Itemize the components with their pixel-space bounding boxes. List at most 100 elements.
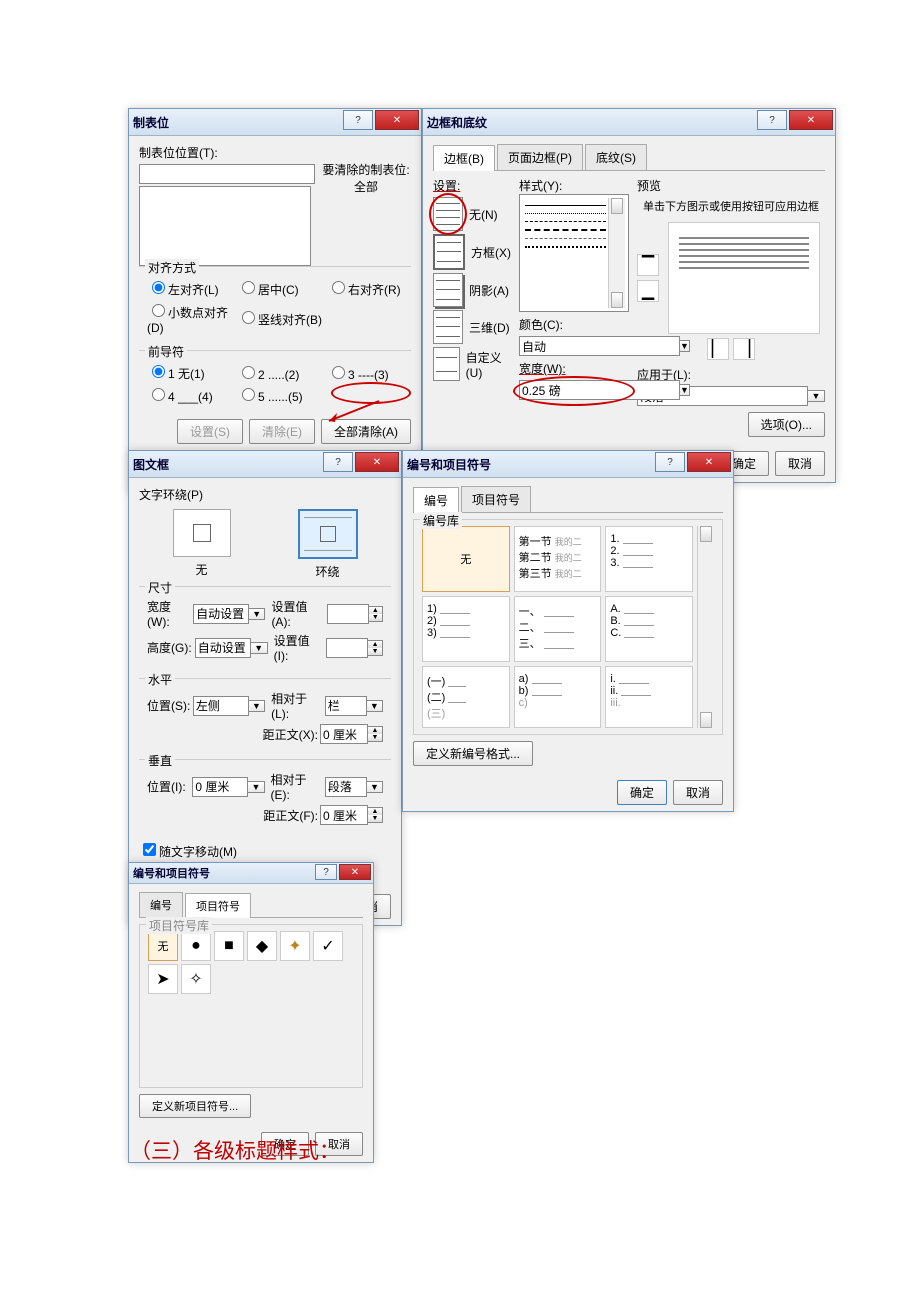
titlebar[interactable]: 边框和底纹 ? ✕ — [423, 109, 835, 136]
options-button[interactable]: 选项(O)... — [748, 412, 825, 437]
leader-5[interactable] — [242, 388, 255, 401]
tab-bullets[interactable]: 项目符号 — [185, 893, 251, 918]
hrel-select[interactable] — [325, 696, 367, 716]
close-button[interactable]: ✕ — [687, 452, 731, 472]
pos-input[interactable] — [139, 164, 315, 184]
tab-shading[interactable]: 底纹(S) — [585, 144, 647, 170]
bullet-disc-icon[interactable]: ● — [181, 931, 211, 961]
tab-page[interactable]: 页面边框(P) — [497, 144, 583, 170]
align-center[interactable] — [242, 281, 255, 294]
left-border-btn[interactable]: ▏ — [707, 338, 729, 360]
titlebar[interactable]: 制表位 ? ✕ — [129, 109, 421, 136]
titlebar[interactable]: 编号和项目符号 ? ✕ — [129, 863, 373, 884]
pos-list[interactable] — [139, 186, 311, 266]
num-cell[interactable]: A. B. C. — [605, 596, 693, 662]
set-none-icon[interactable] — [433, 197, 463, 231]
cancel-button[interactable]: 取消 — [775, 451, 825, 476]
vdist-input[interactable] — [320, 805, 368, 825]
setval2-input[interactable] — [326, 638, 368, 658]
num-cell[interactable]: 1. 2. 3. — [605, 526, 693, 592]
titlebar[interactable]: 编号和项目符号 ? ✕ — [403, 451, 733, 478]
help-button[interactable]: ? — [323, 452, 353, 472]
bullet-plus-icon[interactable]: ✦ — [280, 931, 310, 961]
titlebar[interactable]: 图文框 ? ✕ — [129, 451, 401, 478]
help-button[interactable]: ? — [655, 452, 685, 472]
num-cell[interactable]: 1) 2) 3) — [422, 596, 510, 662]
bullet-square-icon[interactable]: ■ — [214, 931, 244, 961]
width-label: 宽度(W): — [519, 360, 629, 377]
spinner[interactable]: ▲▼ — [368, 726, 383, 742]
bottom-border-btn[interactable]: ▁ — [637, 280, 659, 302]
num-cell[interactable]: i. ii. iii. — [605, 666, 693, 728]
tab-numbering[interactable]: 编号 — [413, 487, 459, 513]
hpos-select[interactable] — [193, 696, 249, 716]
spinner[interactable]: ▲▼ — [368, 640, 383, 656]
style-list[interactable] — [519, 194, 629, 312]
align-left[interactable] — [152, 281, 165, 294]
dropdown-icon[interactable]: ▼ — [367, 700, 383, 712]
set-button[interactable]: 设置(S) — [177, 419, 243, 444]
num-cell[interactable]: 第一节 我的二第二节 我的二第三节 我的二 — [514, 526, 602, 592]
dropdown-icon[interactable]: ▼ — [251, 642, 268, 654]
width-select[interactable] — [519, 380, 680, 400]
bullet-check-icon[interactable]: ✓ — [313, 931, 343, 961]
num-cell[interactable]: 一、 二、 三、 — [514, 596, 602, 662]
dropdown-icon[interactable]: ▼ — [808, 390, 825, 402]
leader-2[interactable] — [242, 366, 255, 379]
dropdown-icon[interactable]: ▼ — [249, 608, 265, 620]
align-right[interactable] — [332, 281, 345, 294]
setval-input[interactable] — [327, 604, 369, 624]
bullet-none[interactable]: 无 — [148, 931, 178, 961]
define-button[interactable]: 定义新项目符号... — [139, 1094, 251, 1118]
width-select[interactable] — [193, 604, 249, 624]
top-border-btn[interactable]: ▔ — [637, 254, 659, 276]
num-none[interactable]: 无 — [422, 526, 510, 592]
num-cell[interactable]: (一) (二) (三) — [422, 666, 510, 728]
wrap-none-icon[interactable] — [173, 509, 231, 557]
set-custom-icon[interactable] — [433, 347, 460, 381]
tab-bullets[interactable]: 项目符号 — [461, 486, 531, 512]
clear-button[interactable]: 清除(E) — [249, 419, 315, 444]
tab-numbering[interactable]: 编号 — [139, 892, 183, 917]
scrollbar[interactable] — [608, 198, 625, 308]
hdist-input[interactable] — [320, 724, 368, 744]
bullet-arrow-icon[interactable]: ➤ — [148, 964, 178, 994]
scrollbar[interactable] — [697, 526, 714, 728]
dropdown-icon[interactable]: ▼ — [248, 781, 264, 793]
set-shadow-icon[interactable] — [433, 273, 463, 307]
wrap-around-icon[interactable] — [298, 509, 358, 559]
help-button[interactable]: ? — [757, 110, 787, 130]
num-cell[interactable]: a) b) c) — [514, 666, 602, 728]
define-button[interactable]: 定义新编号格式... — [413, 741, 533, 766]
right-border-btn[interactable]: ▕ — [733, 338, 755, 360]
help-button[interactable]: ? — [343, 110, 373, 130]
leader-1[interactable] — [152, 365, 165, 378]
bullet-star-icon[interactable]: ✧ — [181, 964, 211, 994]
ok-button[interactable]: 确定 — [617, 780, 667, 805]
cancel-button[interactable]: 取消 — [673, 780, 723, 805]
align-decimal[interactable] — [152, 304, 165, 317]
help-button[interactable]: ? — [315, 864, 337, 880]
clear-all-button[interactable]: 全部清除(A) — [321, 419, 411, 444]
set-3d-icon[interactable] — [433, 310, 463, 344]
dropdown-icon[interactable]: ▼ — [367, 781, 383, 793]
tab-border[interactable]: 边框(B) — [433, 145, 495, 171]
dropdown-icon[interactable]: ▼ — [249, 700, 265, 712]
leader-3[interactable] — [332, 366, 345, 379]
vpos-select[interactable] — [192, 777, 248, 797]
bullet-diamond-icon[interactable]: ◆ — [247, 931, 277, 961]
close-button[interactable]: ✕ — [339, 864, 371, 880]
leader-4[interactable] — [152, 388, 165, 401]
set-box-icon[interactable] — [433, 234, 465, 270]
close-button[interactable]: ✕ — [375, 110, 419, 130]
close-button[interactable]: ✕ — [789, 110, 833, 130]
height-select[interactable] — [195, 638, 251, 658]
spinner[interactable]: ▲▼ — [368, 807, 383, 823]
dropdown-icon[interactable]: ▼ — [680, 384, 690, 396]
close-button[interactable]: ✕ — [355, 452, 399, 472]
color-label: 颜色(C): — [519, 316, 629, 333]
vrel-select[interactable] — [325, 777, 367, 797]
move-text-check[interactable] — [143, 843, 156, 856]
align-bar[interactable] — [242, 311, 255, 324]
spinner[interactable]: ▲▼ — [369, 606, 383, 622]
